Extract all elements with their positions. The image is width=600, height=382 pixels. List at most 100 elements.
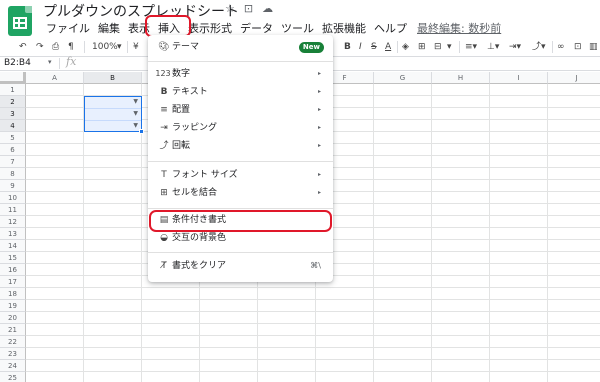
paint-format-icon[interactable]: ¶ (68, 40, 74, 54)
menu-tools[interactable]: ツール (277, 20, 318, 36)
new-badge: New (298, 42, 324, 53)
menu-edit[interactable]: 編集 (94, 20, 124, 36)
menu-item-align[interactable]: ≡ 配置 ▸ (148, 101, 333, 119)
format-menu: 🎨︎ テーマ New 123 数字 ▸ B テキスト ▸ ≡ 配置 ▸ ⇥ ラッ… (148, 35, 333, 282)
grid-row-line (26, 323, 600, 324)
zoom-select[interactable]: 100% (92, 40, 118, 54)
column-header-g[interactable]: G (374, 72, 432, 84)
row-header-5[interactable]: 5 (0, 132, 26, 144)
dropdown-cell-b3[interactable]: ▼ (85, 109, 141, 121)
menu-extensions[interactable]: 拡張機能 (318, 20, 370, 36)
row-header-1[interactable]: 1 (0, 84, 26, 96)
dropdown-arrow-icon[interactable]: ▼ (133, 122, 138, 129)
submenu-arrow-icon: ▸ (317, 142, 321, 149)
grid-row-line (26, 335, 600, 336)
grid-row-line (26, 371, 600, 372)
text-color-button[interactable]: A (385, 40, 391, 54)
row-header-12[interactable]: 12 (0, 216, 26, 228)
strikethrough-button[interactable]: S (371, 40, 377, 54)
text-wrap-icon[interactable]: ⇥▾ (509, 40, 521, 54)
palette-icon: 🎨︎ (158, 42, 170, 52)
dropdown-cell-b4[interactable]: ▼ (85, 121, 141, 133)
chevron-down-icon[interactable]: ▾ (117, 40, 122, 54)
menu-item-font-size[interactable]: T フォント サイズ ▸ (148, 166, 333, 184)
grid-row-line (26, 299, 600, 300)
menu-item-clear-format[interactable]: T̸ 書式をクリア ⌘\ (148, 257, 333, 275)
column-header-j[interactable]: J (548, 72, 600, 84)
row-header-24[interactable]: 24 (0, 360, 26, 372)
row-header-15[interactable]: 15 (0, 252, 26, 264)
menu-data[interactable]: データ (236, 20, 277, 36)
redo-icon[interactable]: ↷ (36, 40, 44, 54)
chart-icon[interactable]: ▥ (589, 40, 598, 54)
submenu-arrow-icon: ▸ (317, 189, 321, 196)
row-header-19[interactable]: 19 (0, 300, 26, 312)
row-header-11[interactable]: 11 (0, 204, 26, 216)
italic-button[interactable]: I (359, 40, 362, 54)
row-header-10[interactable]: 10 (0, 192, 26, 204)
sheets-logo[interactable] (8, 6, 32, 36)
menu-help[interactable]: ヘルプ (370, 20, 411, 36)
star-icon[interactable]: ☆ (225, 2, 235, 15)
selected-range[interactable]: ▼ ▼ ▼ (84, 96, 142, 132)
dropdown-arrow-icon[interactable]: ▼ (133, 98, 138, 105)
menu-item-merge[interactable]: ⊞ セルを結合 ▸ (148, 184, 333, 202)
column-header-h[interactable]: H (432, 72, 490, 84)
submenu-arrow-icon: ▸ (317, 171, 321, 178)
row-header-8[interactable]: 8 (0, 168, 26, 180)
borders-icon[interactable]: ⊞ (418, 40, 426, 54)
number-icon: 123 (155, 69, 171, 78)
undo-icon[interactable]: ↶ (19, 40, 27, 54)
column-header-b[interactable]: B (84, 72, 142, 84)
row-header-22[interactable]: 22 (0, 336, 26, 348)
row-header-3[interactable]: 3 (0, 108, 26, 120)
menu-item-text[interactable]: B テキスト ▸ (148, 83, 333, 101)
fill-color-icon[interactable]: ◈ (402, 40, 409, 54)
link-icon[interactable]: ∞ (557, 40, 565, 54)
horizontal-align-icon[interactable]: ≡▾ (465, 40, 477, 54)
row-header-6[interactable]: 6 (0, 144, 26, 156)
menu-item-wrap[interactable]: ⇥ ラッピング ▸ (148, 119, 333, 137)
print-icon[interactable]: ⎙ (52, 40, 59, 54)
dropdown-arrow-icon[interactable]: ▼ (133, 110, 138, 117)
chevron-down-icon[interactable]: ▾ (48, 58, 52, 66)
dropdown-cell-b2[interactable]: ▼ (85, 97, 141, 109)
cloud-icon[interactable]: ☁ (262, 2, 273, 15)
row-header-17[interactable]: 17 (0, 276, 26, 288)
row-header-18[interactable]: 18 (0, 288, 26, 300)
fx-icon: fx (66, 55, 77, 68)
row-header-21[interactable]: 21 (0, 324, 26, 336)
row-header-9[interactable]: 9 (0, 180, 26, 192)
grid-column-line (489, 84, 490, 382)
bold-button[interactable]: B (344, 40, 351, 54)
row-header-7[interactable]: 7 (0, 156, 26, 168)
vertical-align-icon[interactable]: ⊥▾ (487, 40, 499, 54)
folder-icon[interactable]: ⊡ (244, 2, 253, 15)
comment-icon[interactable]: ⊡ (574, 40, 582, 54)
row-header-14[interactable]: 14 (0, 240, 26, 252)
name-box[interactable]: B2:B4 (4, 58, 31, 68)
menu-file[interactable]: ファイル (42, 20, 94, 36)
text-rotation-icon[interactable]: ⤴▾ (532, 40, 546, 54)
conditional-format-highlight (149, 210, 332, 232)
row-header-20[interactable]: 20 (0, 312, 26, 324)
currency-button[interactable]: ¥ (133, 40, 139, 54)
menu-item-number[interactable]: 123 数字 ▸ (148, 65, 333, 83)
row-header-4[interactable]: 4 (0, 120, 26, 132)
fill-handle[interactable] (139, 129, 144, 134)
row-header-2[interactable]: 2 (0, 96, 26, 108)
select-all-corner[interactable] (0, 72, 26, 84)
row-header-13[interactable]: 13 (0, 228, 26, 240)
row-header-23[interactable]: 23 (0, 348, 26, 360)
document-title[interactable]: プルダウンのスプレッドシート (43, 1, 239, 21)
column-header-a[interactable]: A (26, 72, 84, 84)
menu-format[interactable]: 表示形式 (184, 20, 236, 36)
row-header-16[interactable]: 16 (0, 264, 26, 276)
column-header-i[interactable]: I (490, 72, 548, 84)
menu-item-theme[interactable]: 🎨︎ テーマ New (148, 38, 333, 56)
merge-cells-icon[interactable]: ⊟ (434, 40, 442, 54)
row-header-25[interactable]: 25 (0, 372, 26, 382)
chevron-down-icon[interactable]: ▾ (447, 40, 452, 54)
menu-item-rotate[interactable]: ⤴ 回転 ▸ (148, 137, 333, 155)
last-edit-link[interactable]: 最終編集: 数秒前 (413, 20, 505, 36)
